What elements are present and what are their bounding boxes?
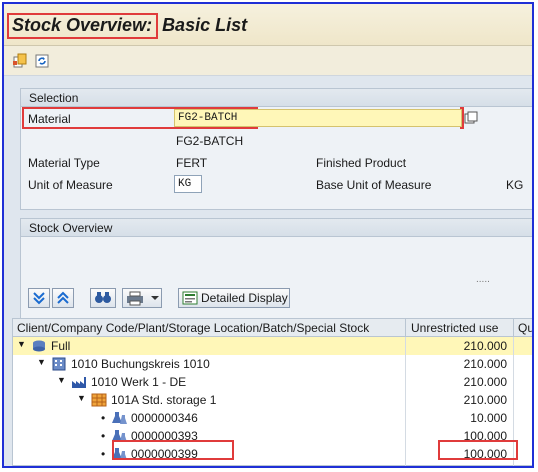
material-input[interactable]: FG2-BATCH <box>174 109 462 127</box>
row-value: 210.000 <box>463 375 507 389</box>
leaf-bullet: • <box>101 447 106 461</box>
leaf-bullet: • <box>101 429 106 443</box>
detailed-display-button[interactable]: Detailed Display <box>178 288 290 308</box>
collapse-triangle-icon[interactable]: ▼ <box>57 375 66 385</box>
grid-header: Client/Company Code/Plant/Storage Locati… <box>13 319 532 337</box>
detail-icon <box>182 291 198 305</box>
row-value: 210.000 <box>463 339 507 353</box>
table-row[interactable]: ▼ 1010 Werk 1 - DE 210.000 <box>13 373 532 392</box>
table-row[interactable]: • 0000000346 10.000 <box>13 409 532 428</box>
batch-highlight-box <box>112 440 234 460</box>
company-code-icon <box>51 357 67 374</box>
selection-header: Selection <box>21 89 532 107</box>
collapse-triangle-icon[interactable]: ▼ <box>37 357 46 367</box>
row-label: 1010 Buchungskreis 1010 <box>71 357 210 371</box>
collapse-triangle-icon[interactable]: ▼ <box>17 339 26 349</box>
material-type-label: Material Type <box>28 156 100 170</box>
expand-all-icon <box>33 292 45 305</box>
table-row[interactable]: ▼ 1010 Buchungskreis 1010 210.000 <box>13 355 532 374</box>
material-description: FG2-BATCH <box>176 134 244 148</box>
title-rest: Basic List <box>162 15 248 35</box>
stock-stack-icon <box>31 339 47 356</box>
base-uom-value: KG <box>506 178 524 192</box>
col-header-hierarchy[interactable]: Client/Company Code/Plant/Storage Locati… <box>17 321 369 335</box>
row-value: 210.000 <box>463 393 507 407</box>
refresh-icon[interactable] <box>34 53 50 69</box>
plant-icon <box>71 375 87 392</box>
splitter-dots[interactable]: ..... <box>476 274 490 285</box>
printer-icon <box>127 291 159 306</box>
row-label: 101A Std. storage 1 <box>111 393 217 407</box>
row-value: 10.000 <box>470 411 507 425</box>
col-header-unrestricted[interactable]: Unrestricted use <box>411 321 498 335</box>
table-row[interactable]: ▼ Full 210.000 <box>13 337 532 356</box>
row-label: Full <box>51 339 71 353</box>
collapse-all-icon <box>57 291 69 304</box>
new-document-icon[interactable] <box>12 53 28 69</box>
binoculars-icon <box>95 292 111 303</box>
batch-icon <box>111 411 127 428</box>
application-toolbar <box>4 46 532 76</box>
col-divider <box>513 319 514 337</box>
row-value: 210.000 <box>463 357 507 371</box>
page-title: Stock Overview: Basic List <box>7 13 248 39</box>
col-divider <box>405 319 406 337</box>
copy-icon[interactable] <box>464 111 478 128</box>
find-button[interactable] <box>90 288 116 308</box>
expand-button[interactable] <box>28 288 50 308</box>
row-label: 1010 Werk 1 - DE <box>91 375 187 389</box>
row-label: 0000000346 <box>131 411 198 425</box>
collapse-triangle-icon[interactable]: ▼ <box>77 393 86 403</box>
uom-input[interactable]: KG <box>174 175 202 193</box>
storage-location-icon <box>91 393 107 410</box>
col-divider <box>405 337 406 466</box>
value-highlight-box <box>438 440 518 460</box>
print-button[interactable] <box>122 288 162 308</box>
window-frame: Stock Overview: Basic List Selection Mate… <box>2 2 534 468</box>
collapse-button[interactable] <box>52 288 74 308</box>
uom-label: Unit of Measure <box>28 178 113 192</box>
stock-overview-header: Stock Overview <box>21 219 532 237</box>
material-type-value: FERT <box>176 156 208 170</box>
title-bar: Stock Overview: Basic List <box>4 4 532 46</box>
col-header-quality[interactable]: Qu <box>518 321 532 335</box>
table-row[interactable]: ▼ 101A Std. storage 1 210.000 <box>13 391 532 410</box>
detailed-display-label: Detailed Display <box>201 291 288 305</box>
material-type-description: Finished Product <box>316 156 407 170</box>
base-uom-label: Base Unit of Measure <box>316 178 432 192</box>
leaf-bullet: • <box>101 411 106 425</box>
title-highlight: Stock Overview: <box>7 13 159 39</box>
